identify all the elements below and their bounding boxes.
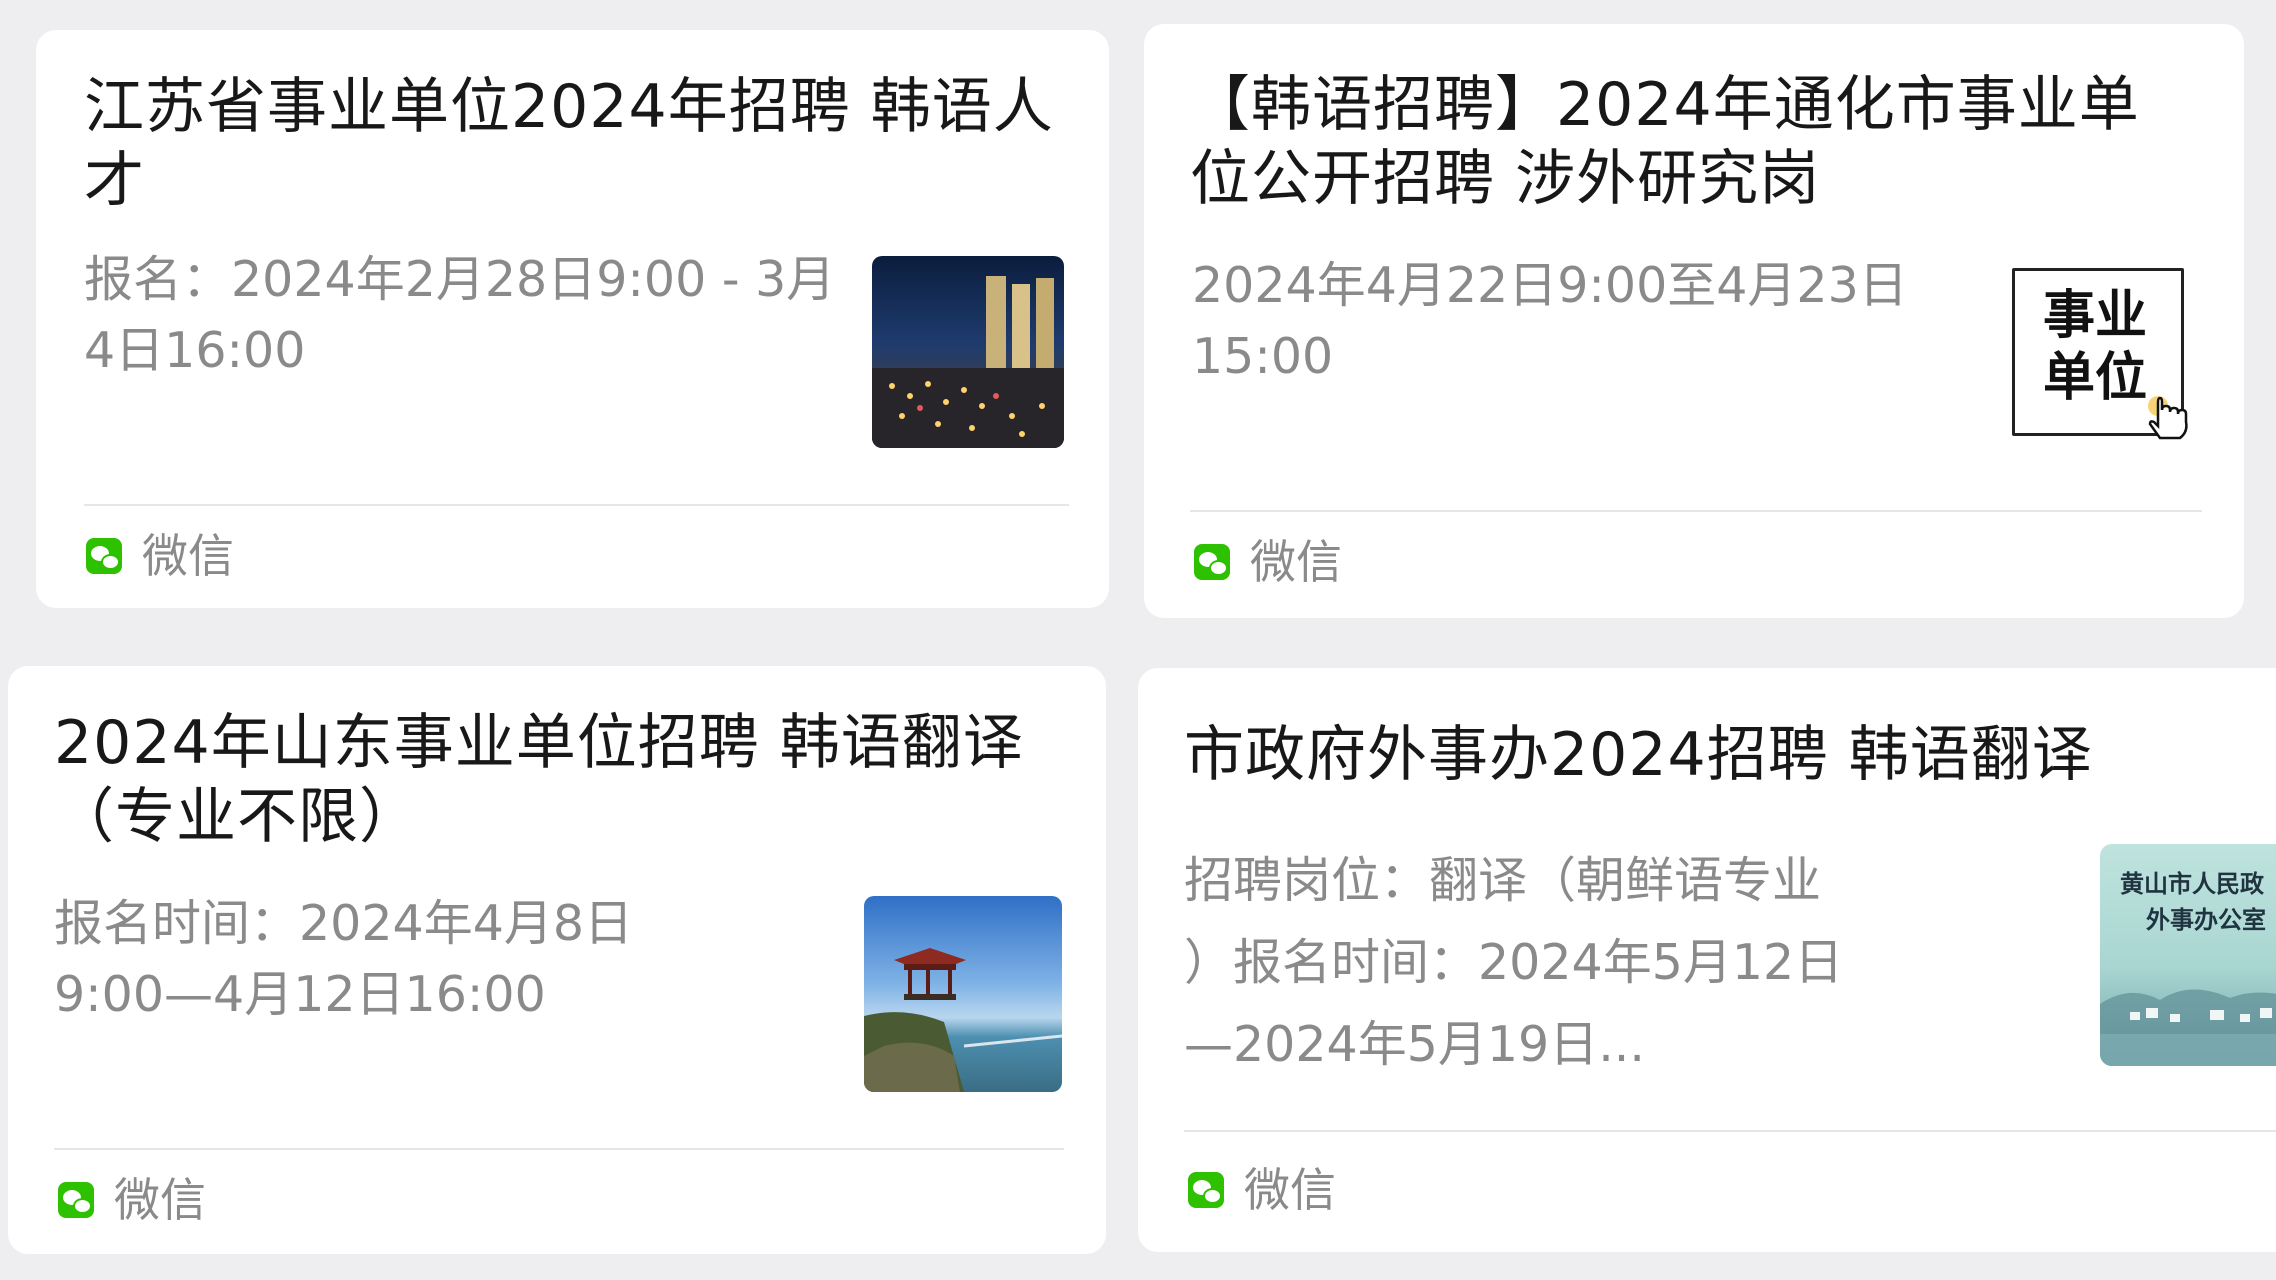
source-wechat[interactable]: 微信 bbox=[1194, 536, 1342, 588]
card-divider bbox=[84, 504, 1069, 506]
article-description: 报名时间：2024年4月8日 9:00—4月12日16:00 bbox=[54, 888, 633, 1030]
title-line: 【韩语招聘】2024年通化市事业单 bbox=[1190, 70, 2140, 140]
article-title: 2024年山东事业单位招聘 韩语翻译 （专业不限） bbox=[54, 706, 1024, 854]
source-label: 微信 bbox=[1244, 1163, 1336, 1217]
desc-line: 9:00—4月12日16:00 bbox=[54, 966, 546, 1023]
card-divider bbox=[1184, 1130, 2276, 1132]
thumb-text-line: 事业 bbox=[2043, 286, 2148, 346]
wechat-icon bbox=[86, 538, 122, 574]
article-description: 报名：2024年2月28日9:00 - 3月 4日16:00 bbox=[84, 244, 835, 386]
source-wechat[interactable]: 微信 bbox=[58, 1174, 206, 1226]
night-city-icon bbox=[872, 276, 1064, 448]
source-wechat[interactable]: 微信 bbox=[1188, 1164, 1336, 1216]
article-description: 招聘岗位：翻译（朝鲜语专业 ）报名时间：2024年5月12日 —2024年5月1… bbox=[1184, 840, 1843, 1086]
desc-line: 15:00 bbox=[1192, 328, 1334, 385]
pavilion-seaside-icon bbox=[864, 948, 1062, 1092]
title-line: 位公开招聘 涉外研究岗 bbox=[1190, 144, 1821, 214]
wechat-icon bbox=[58, 1182, 94, 1218]
title-line: 市政府外事办2024招聘 韩语翻译 bbox=[1184, 720, 2093, 790]
source-label: 微信 bbox=[142, 529, 234, 583]
title-line: 2024年山东事业单位招聘 韩语翻译 bbox=[54, 708, 1024, 778]
desc-line: 报名：2024年2月28日9:00 - 3月 bbox=[84, 251, 836, 308]
article-card-1[interactable]: 江苏省事业单位2024年招聘 韩语人 才 报名：2024年2月28日9:00 -… bbox=[36, 30, 1109, 608]
article-card-2[interactable]: 【韩语招聘】2024年通化市事业单 位公开招聘 涉外研究岗 2024年4月22日… bbox=[1144, 24, 2244, 618]
article-thumbnail bbox=[872, 256, 1064, 448]
landscape-icon bbox=[2100, 989, 2276, 1066]
article-description: 2024年4月22日9:00至4月23日 15:00 bbox=[1192, 250, 1908, 392]
article-title: 市政府外事办2024招聘 韩语翻译 bbox=[1184, 718, 2093, 792]
article-title: 【韩语招聘】2024年通化市事业单 位公开招聘 涉外研究岗 bbox=[1190, 68, 2140, 216]
wechat-icon bbox=[1188, 1172, 1224, 1208]
source-label: 微信 bbox=[1250, 535, 1342, 589]
article-card-3[interactable]: 2024年山东事业单位招聘 韩语翻译 （专业不限） 报名时间：2024年4月8日… bbox=[8, 666, 1106, 1254]
desc-line: 4日16:00 bbox=[84, 322, 306, 379]
title-line: （专业不限） bbox=[54, 782, 420, 852]
thumb-text-line: 黄山市人民政 bbox=[2120, 870, 2264, 898]
source-wechat[interactable]: 微信 bbox=[86, 530, 234, 582]
desc-line: 招聘岗位：翻译（朝鲜语专业 bbox=[1184, 852, 1822, 909]
thumb-text-line: 外事办公室 bbox=[2146, 906, 2266, 934]
hand-pointer-icon bbox=[2148, 396, 2188, 440]
desc-line: 2024年4月22日9:00至4月23日 bbox=[1192, 257, 1908, 314]
card-divider bbox=[1190, 510, 2202, 512]
article-card-4[interactable]: 市政府外事办2024招聘 韩语翻译 招聘岗位：翻译（朝鲜语专业 ）报名时间：20… bbox=[1138, 668, 2276, 1252]
article-thumbnail: 黄山市人民政 外事办公室 bbox=[2100, 844, 2276, 1066]
article-title: 江苏省事业单位2024年招聘 韩语人 才 bbox=[84, 70, 1054, 218]
article-thumbnail bbox=[864, 896, 1062, 1092]
title-line: 江苏省事业单位2024年招聘 韩语人 bbox=[84, 72, 1054, 142]
wechat-icon bbox=[1194, 544, 1230, 580]
title-line: 才 bbox=[84, 146, 145, 216]
thumb-text-line: 单位 bbox=[2043, 348, 2148, 408]
desc-line: 报名时间：2024年4月8日 bbox=[54, 895, 634, 952]
desc-line: —2024年5月19日... bbox=[1184, 1016, 1645, 1073]
source-label: 微信 bbox=[114, 1173, 206, 1227]
desc-line: ）报名时间：2024年5月12日 bbox=[1184, 934, 1844, 991]
card-divider bbox=[54, 1148, 1064, 1150]
